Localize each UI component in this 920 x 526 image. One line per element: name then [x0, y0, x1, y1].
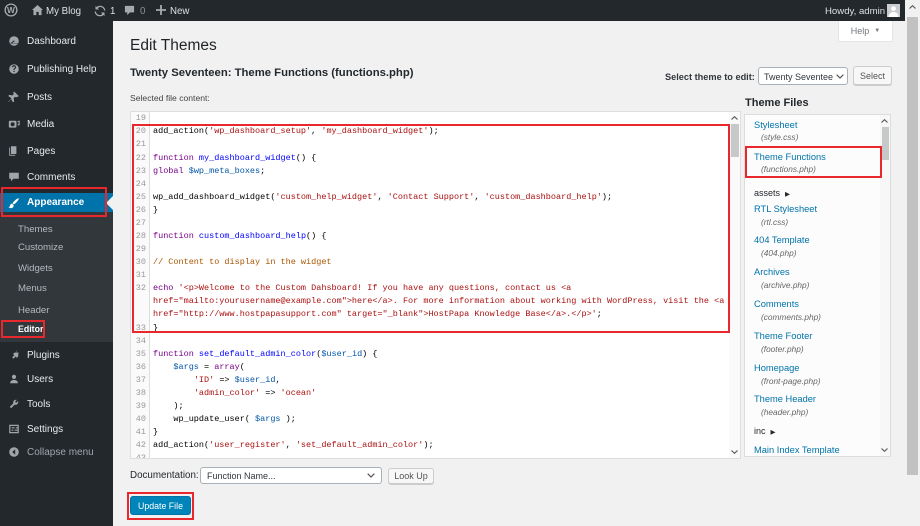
- svg-text:W: W: [7, 5, 15, 15]
